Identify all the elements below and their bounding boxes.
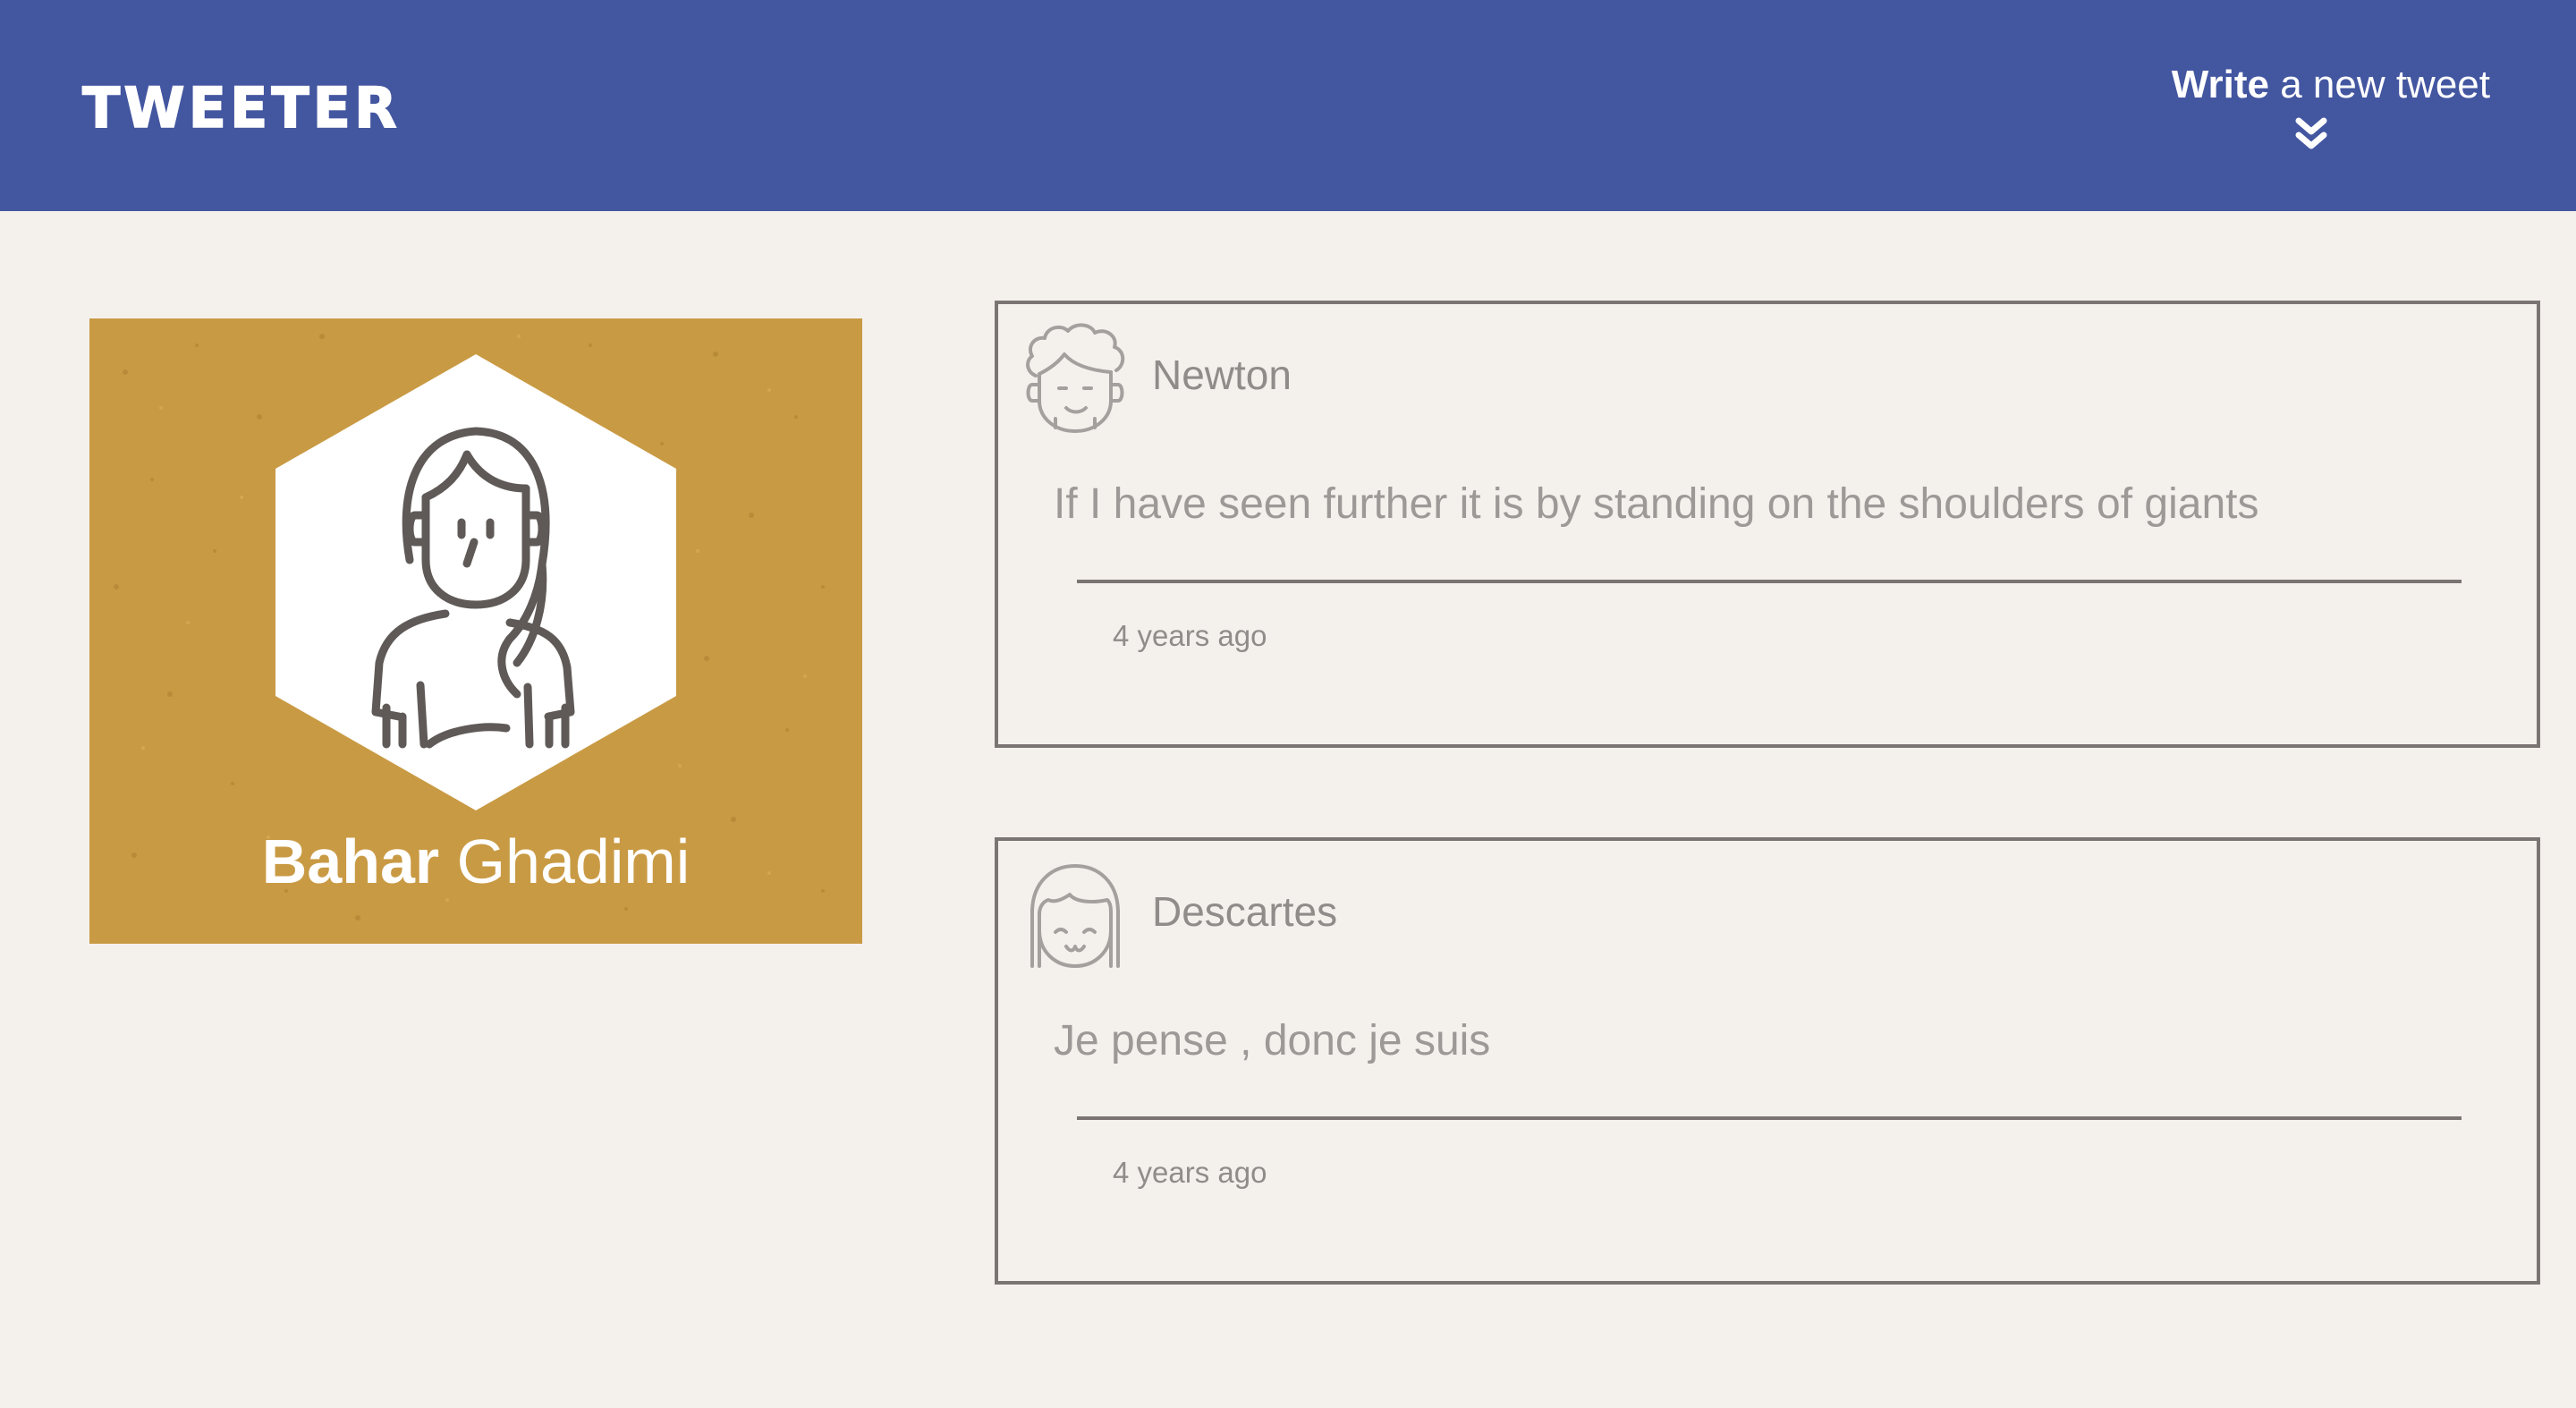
tweet-divider: [1077, 580, 2462, 583]
tweet-card: Descartes Je pense , donc je suis 4 year…: [995, 837, 2540, 1285]
tweet-timestamp: 4 years ago: [1113, 619, 1267, 652]
tweet-author[interactable]: Descartes: [1152, 891, 1337, 932]
curly-hair-avatar-icon: [1026, 323, 1125, 433]
chevron-container: [2132, 115, 2490, 151]
profile-name: Bahar Ghadimi: [89, 830, 862, 893]
tweet-content: If I have seen further it is by standing…: [1054, 480, 2259, 528]
write-new-tweet-label[interactable]: Write a new tweet: [2132, 63, 2490, 108]
top-nav: TWEETER Write a new tweet: [0, 0, 2576, 211]
profile-last-name: Ghadimi: [456, 827, 691, 896]
profile-first-name: Bahar: [261, 827, 440, 896]
girl-avatar-icon: [275, 354, 676, 810]
double-chevron-down-icon[interactable]: [2293, 115, 2329, 151]
tweet-timestamp: 4 years ago: [1113, 1156, 1267, 1189]
tweet-author[interactable]: Newton: [1152, 354, 1292, 395]
write-new-tweet-rest: a new tweet: [2268, 63, 2490, 106]
write-new-tweet-toggle[interactable]: Write a new tweet: [2132, 63, 2490, 151]
tweet-divider: [1077, 1116, 2462, 1120]
tweet-content: Je pense , donc je suis: [1054, 1017, 1491, 1064]
bob-hair-avatar-icon: [1030, 864, 1120, 968]
profile-card: Bahar Ghadimi: [89, 318, 862, 944]
tweet-card: Newton If I have seen further it is by s…: [995, 301, 2540, 748]
write-new-tweet-strong: Write: [2171, 63, 2269, 106]
brand-logo[interactable]: TWEETER: [81, 80, 401, 137]
